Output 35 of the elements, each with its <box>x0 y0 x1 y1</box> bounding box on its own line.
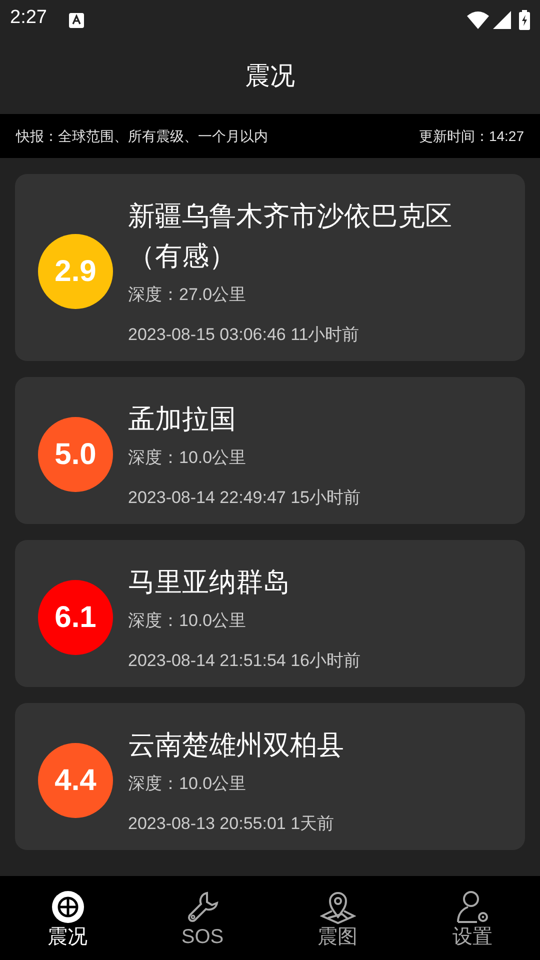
magnitude-badge: 5.0 <box>38 417 113 492</box>
nav-tab[interactable]: SOS <box>135 876 270 960</box>
depth-text: 深度：10.0公里 <box>128 773 248 795</box>
target-icon <box>50 889 86 925</box>
earthquake-card[interactable]: 2.9 新疆乌鲁木齐市沙依巴克区（有感） 深度：27.0公里 2023-08-15 03:06:46 11小时前 <box>15 174 525 361</box>
page-title: 震况 <box>245 61 295 92</box>
filter-summary: 快报：全球范围、所有震级、一个月以内 <box>16 126 268 146</box>
map-pin-icon <box>320 889 356 925</box>
nav-tab[interactable]: 设置 <box>405 876 540 960</box>
depth-text: 深度：27.0公里 <box>128 284 248 306</box>
time-text: 2023-08-15 03:06:46 11小时前 <box>128 324 360 346</box>
depth-text: 深度：10.0公里 <box>128 447 248 469</box>
location-name: 新疆乌鲁木齐市沙依巴克区（有感） <box>128 200 453 273</box>
location-name: 云南楚雄州双柏县 <box>128 729 344 762</box>
time-text: 2023-08-14 21:51:54 16小时前 <box>128 650 360 672</box>
nav-tab[interactable]: 震图 <box>270 876 405 960</box>
keyboard-icon <box>68 12 84 28</box>
magnitude-badge: 4.4 <box>38 743 113 818</box>
wifi-icon <box>467 11 489 29</box>
update-time: 更新时间：14:27 <box>418 126 524 146</box>
nav-tab[interactable]: 震况 <box>0 876 135 960</box>
time-text: 2023-08-14 22:49:47 15小时前 <box>128 486 360 508</box>
user-gear-icon <box>454 889 490 925</box>
signal-icon <box>493 11 511 29</box>
earthquake-card[interactable]: 5.0 孟加拉国 深度：10.0公里 2023-08-14 22:49:47 15小时前 <box>15 377 525 524</box>
magnitude-badge: 2.9 <box>38 234 113 309</box>
earthquake-card[interactable]: 4.4 云南楚雄州双柏县 深度：10.0公里 2023-08-13 20:55:01 1天前 <box>15 703 525 850</box>
time-text: 2023-08-13 20:55:01 1天前 <box>128 812 336 834</box>
location-name: 孟加拉国 <box>128 403 237 436</box>
battery-icon <box>519 10 530 30</box>
status-time: 2:27 <box>10 6 47 30</box>
earthquake-card[interactable]: 6.1 马里亚纳群岛 深度：10.0公里 2023-08-14 21:51:54 16小时前 <box>15 540 525 687</box>
magnitude-badge: 6.1 <box>38 580 113 655</box>
depth-text: 深度：10.0公里 <box>128 610 248 632</box>
location-name: 马里亚纳群岛 <box>128 566 291 599</box>
